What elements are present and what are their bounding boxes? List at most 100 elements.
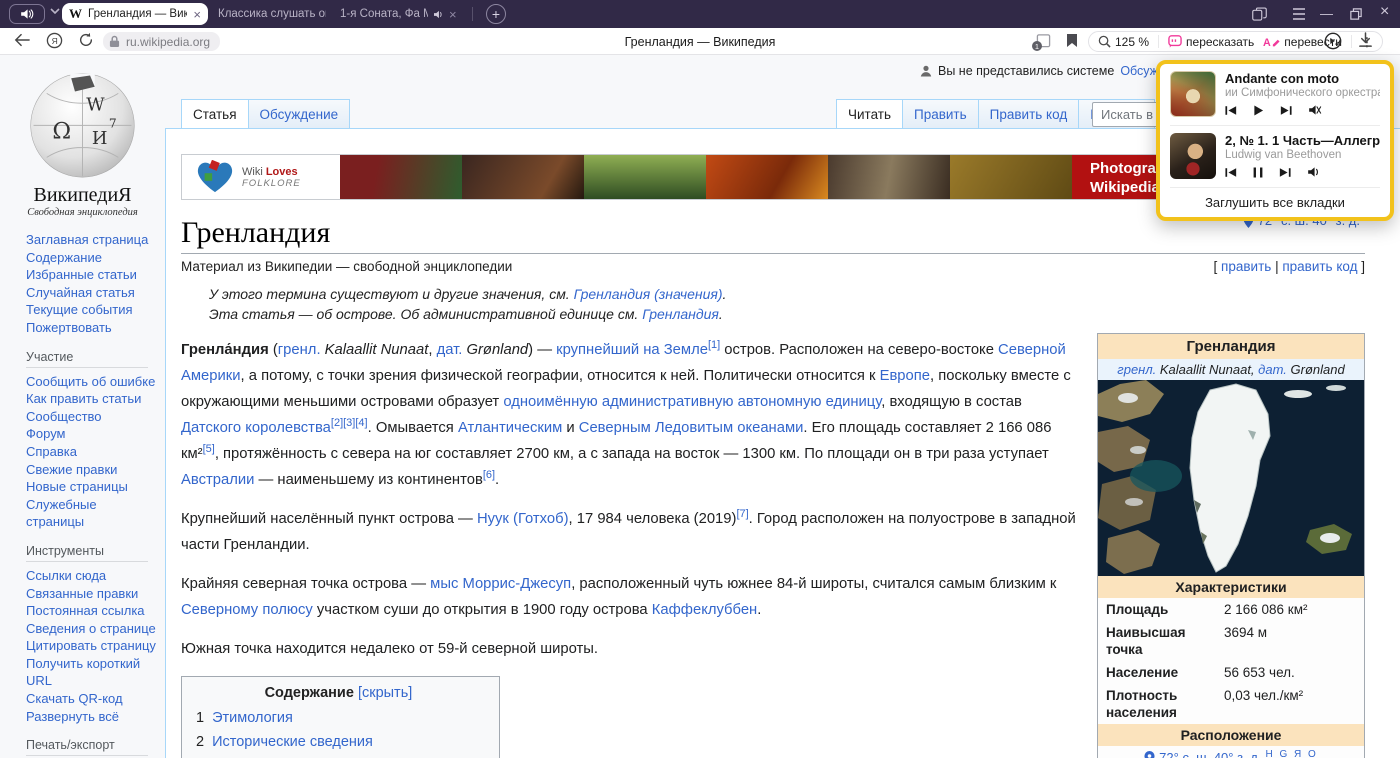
media-player-button[interactable] <box>1324 32 1342 50</box>
sidebar-link[interactable]: Содержание <box>26 250 102 265</box>
sidebar-link[interactable]: Пожертвовать <box>26 320 112 335</box>
bookmark-button[interactable] <box>1066 33 1078 48</box>
sidebar-link[interactable]: Свежие правки <box>26 462 117 477</box>
yandex-button[interactable]: Я <box>46 32 63 49</box>
wiki-link[interactable]: Европе <box>880 368 930 384</box>
coordinate-services-links[interactable]: H G Я O <box>1265 749 1317 758</box>
previous-track-button[interactable] <box>1225 167 1237 178</box>
sidebar-link[interactable]: Ссылки сюда <box>26 568 106 583</box>
toc-toggle[interactable]: [скрыть] <box>358 685 412 701</box>
wiki-link[interactable]: Датского королевства <box>181 420 331 436</box>
play-button[interactable] <box>1253 105 1264 116</box>
minimize-button[interactable]: — <box>1320 6 1333 21</box>
sidebar-link[interactable]: Справка <box>26 444 77 459</box>
pause-button[interactable] <box>1253 167 1263 178</box>
toc-link[interactable]: Исторические сведения <box>212 734 373 750</box>
wiki-link[interactable]: [2][3][4] <box>331 417 368 429</box>
infobox-coordinates[interactable]: 72° с. ш. 40° з. д. H G Я O <box>1098 746 1364 758</box>
tab-edit[interactable]: Править <box>903 99 979 128</box>
chevron-down-icon[interactable] <box>50 8 60 14</box>
infobox-label: Плотность населения <box>1098 684 1220 724</box>
text-segment: , протяжённость с севера на юг составляе… <box>215 446 1049 462</box>
sidebar-link[interactable]: Постоянная ссылка <box>26 603 145 618</box>
wiki-link[interactable]: [5] <box>203 443 215 455</box>
new-tab-button[interactable]: + <box>486 4 506 24</box>
sidebar-link[interactable]: Сообщество <box>26 409 102 424</box>
infobox-greenland: Гренландия гренл. Kalaallit Nunaat, дат.… <box>1097 333 1365 758</box>
maximize-button[interactable] <box>1350 8 1362 20</box>
sidebar-link[interactable]: Связанные правки <box>26 586 138 601</box>
retell-button[interactable]: пересказать <box>1168 35 1254 49</box>
tab-greenland[interactable]: W Гренландия — Википе × <box>62 3 208 25</box>
wiki-link[interactable]: Каффеклуббен <box>652 602 757 618</box>
collections-button[interactable]: 1 <box>1036 33 1051 53</box>
sidebar-link[interactable]: Сведения о странице <box>26 621 156 636</box>
tab-discussion[interactable]: Обсуждение <box>249 99 351 128</box>
side-panels-button[interactable] <box>1252 7 1267 21</box>
speaker-icon <box>20 8 34 20</box>
sidebar-nav: Заглавная страница Содержание Избранные ст… <box>0 231 165 758</box>
media-control-popup: Andante con moto ии Симфонического оркес… <box>1156 60 1394 221</box>
wiki-link[interactable]: [1] <box>708 339 720 351</box>
download-button[interactable] <box>1358 32 1373 48</box>
speaker-icon[interactable] <box>1307 166 1321 178</box>
wiki-link[interactable]: Гренландия (значения) <box>574 286 723 302</box>
reload-button[interactable] <box>78 32 94 48</box>
text-segment: | <box>1271 259 1282 274</box>
wiki-link[interactable]: Нуук (Готхоб) <box>477 511 569 527</box>
toc-link[interactable]: Этимология <box>212 710 293 726</box>
zoom-control[interactable]: 125 % <box>1098 35 1149 49</box>
menu-icon[interactable] <box>1292 8 1306 20</box>
wiki-link[interactable]: одноимённую административную автономную … <box>503 394 881 410</box>
sidebar-link[interactable]: Форум <box>26 426 66 441</box>
tab-sonata[interactable]: 1-я Соната, Фа Мин × <box>340 3 462 25</box>
wiki-link[interactable]: править <box>1221 259 1271 274</box>
tab-classical-music[interactable]: Классика слушать онлайн <box>218 3 326 25</box>
toc-number: 1 <box>196 710 204 726</box>
sidebar-link[interactable]: Новые страницы <box>26 479 128 494</box>
tab-article[interactable]: Статья <box>181 99 249 128</box>
wiki-link[interactable]: Атлантическим <box>458 420 562 436</box>
sidebar-link[interactable]: Как править статьи <box>26 391 141 406</box>
previous-track-button[interactable] <box>1225 105 1237 116</box>
wiki-link[interactable]: гренл. <box>278 342 321 358</box>
sidebar-link[interactable]: Скачать QR-код <box>26 691 123 706</box>
wiki-link[interactable]: Австралии <box>181 472 254 488</box>
close-button[interactable]: × <box>1380 3 1389 21</box>
sidebar-link[interactable]: Цитировать страницу <box>26 638 156 653</box>
wiki-link[interactable]: Гренландия <box>642 306 719 322</box>
wiki-link[interactable]: Северному полюсу <box>181 602 313 618</box>
next-track-button[interactable] <box>1280 105 1292 116</box>
browser-sound-button[interactable] <box>9 4 45 24</box>
sidebar-link[interactable]: Развернуть всё <box>26 709 119 724</box>
tab-read[interactable]: Читать <box>836 99 903 128</box>
wiki-sidebar: Ω W И 7 ВикипедиЯ Свободная энциклопедия… <box>0 55 165 758</box>
back-button[interactable] <box>14 33 30 47</box>
wiki-link[interactable]: дат. <box>437 342 463 358</box>
mute-all-tabs-button[interactable]: Заглушить все вкладки <box>1160 188 1390 217</box>
wiki-link[interactable]: крупнейший на Земле <box>556 342 708 358</box>
wikipedia-logo[interactable]: Ω W И 7 ВикипедиЯ Свободная энциклопедия <box>0 67 165 218</box>
wiki-link[interactable]: Северным Ледовитым океанами <box>579 420 804 436</box>
address-bar[interactable]: ru.wikipedia.org <box>103 32 220 51</box>
sidebar-link[interactable]: Текущие события <box>26 302 133 317</box>
wiki-link[interactable]: [6] <box>483 469 495 481</box>
wiki-link[interactable]: гренл. <box>1117 362 1156 377</box>
wiki-link[interactable]: мыс Моррис-Джесуп <box>430 576 571 592</box>
wiki-link[interactable]: править код <box>1282 259 1357 274</box>
muted-speaker-icon[interactable] <box>1308 104 1322 116</box>
tab-close-button[interactable]: × <box>449 8 457 21</box>
sidebar-link[interactable]: Избранные статьи <box>26 267 137 282</box>
wiki-link[interactable]: дат. <box>1258 362 1287 377</box>
tab-close-button[interactable]: × <box>193 8 201 21</box>
sidebar-item: Сведения о странице <box>26 620 157 638</box>
wiki-link[interactable]: [7] <box>736 508 748 520</box>
sidebar-link[interactable]: Служебные страницы <box>26 497 97 530</box>
sidebar-link[interactable]: Случайная статья <box>26 285 135 300</box>
next-track-button[interactable] <box>1279 167 1291 178</box>
tab-edit-source[interactable]: Править код <box>979 99 1080 128</box>
sidebar-link[interactable]: Заглавная страница <box>26 232 148 247</box>
sidebar-link[interactable]: Получить короткий URL <box>26 656 140 689</box>
svg-text:И: И <box>92 128 108 149</box>
sidebar-link[interactable]: Сообщить об ошибке <box>26 374 155 389</box>
